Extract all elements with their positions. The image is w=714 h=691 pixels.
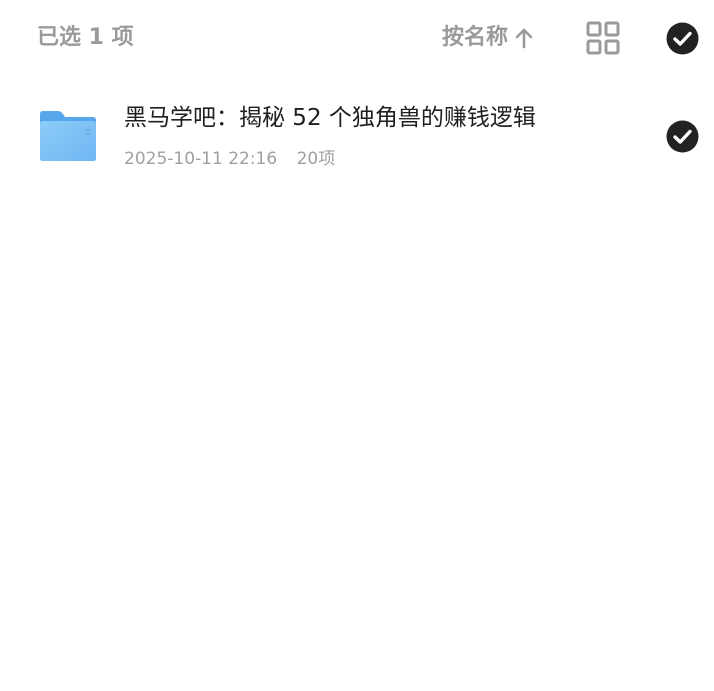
file-item-count: 20项 [296, 149, 336, 169]
sort-by-name-button[interactable]: 按名称 [442, 22, 534, 54]
grid-view-icon[interactable] [586, 21, 620, 55]
file-date: 2025-10-11 22:16 [124, 149, 278, 169]
file-meta: 2025-10-11 22:16 20项 [124, 147, 335, 171]
selected-count-label: 已选 1 项 [37, 25, 134, 50]
item-selected-check-icon[interactable] [666, 120, 699, 153]
sort-label: 按名称 [442, 25, 509, 50]
file-row[interactable]: 黑马学吧：揭秘 52 个独角兽的赚钱逻辑 2025-10-11 22:16 20… [0, 92, 714, 182]
folder-icon [40, 111, 96, 161]
selection-toolbar: 已选 1 项 按名称 [0, 0, 714, 76]
select-all-check-icon[interactable] [666, 22, 699, 55]
file-name: 黑马学吧：揭秘 52 个独角兽的赚钱逻辑 [124, 105, 536, 131]
arrow-up-icon [515, 28, 533, 49]
